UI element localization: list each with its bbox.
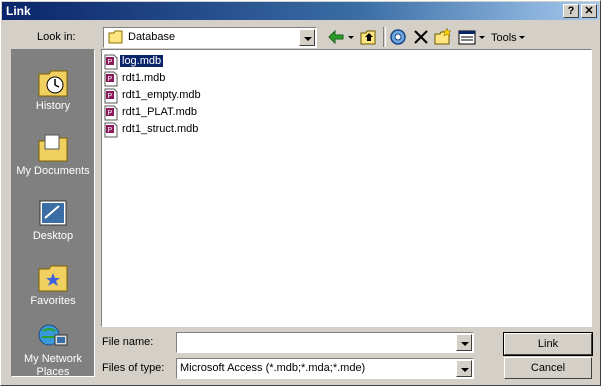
my-network-places-icon: [38, 324, 68, 346]
title-bar[interactable]: Link ? ✕: [2, 2, 599, 20]
place-label: My Network Places: [23, 353, 83, 378]
svg-text:P: P: [108, 76, 113, 83]
my-documents-icon: [38, 134, 68, 162]
help-button[interactable]: ?: [563, 4, 579, 18]
file-name-label: File name:: [102, 336, 154, 348]
svg-text:P: P: [108, 93, 113, 100]
toolbar-separator: [383, 27, 386, 47]
link-button[interactable]: Link: [503, 332, 593, 356]
place-label: Desktop: [32, 230, 74, 242]
place-label: Favorites: [30, 295, 76, 307]
delete-icon[interactable]: [410, 26, 432, 48]
svg-text:P: P: [108, 110, 113, 117]
svg-text:P: P: [108, 127, 113, 134]
places-bar: History My Documents Desktop Favorites M…: [11, 49, 95, 378]
window-title: Link: [6, 4, 31, 18]
file-name: rdt1_PLAT.mdb: [122, 106, 198, 118]
file-list[interactable]: P log.mdb P rdt1.mdb P rdt1_empty.mdb P …: [101, 49, 592, 327]
views-dropdown-icon[interactable]: [477, 26, 487, 48]
access-file-icon: P: [104, 88, 118, 104]
cancel-button[interactable]: Cancel: [504, 357, 592, 379]
look-in-dropdown-button[interactable]: [299, 29, 315, 46]
history-icon: [38, 70, 68, 97]
up-folder-icon[interactable]: [358, 26, 380, 48]
look-in-combo[interactable]: Database: [103, 27, 317, 48]
place-my-documents[interactable]: My Documents: [12, 127, 94, 187]
place-label: History: [35, 100, 71, 112]
file-name: log.mdb: [118, 54, 165, 68]
access-file-icon: P: [104, 122, 118, 138]
search-web-icon[interactable]: [387, 26, 409, 48]
look-in-value: Database: [128, 31, 176, 43]
file-name: rdt1.mdb: [122, 72, 166, 84]
place-my-network-places[interactable]: My Network Places: [12, 315, 94, 378]
place-favorites[interactable]: Favorites: [12, 257, 94, 317]
svg-text:P: P: [108, 59, 113, 66]
desktop-icon: [39, 200, 67, 226]
file-name-input[interactable]: [176, 332, 474, 353]
tools-dropdown-icon[interactable]: [517, 26, 527, 48]
files-of-type-label: Files of type:: [102, 362, 165, 374]
files-of-type-combo[interactable]: Microsoft Access (*.mdb;*.mda;*.mde): [176, 358, 474, 379]
views-icon[interactable]: [456, 26, 478, 48]
back-arrow-icon[interactable]: [325, 26, 347, 48]
place-desktop[interactable]: Desktop: [12, 192, 94, 252]
look-in-label: Look in:: [37, 31, 76, 43]
new-folder-icon[interactable]: [432, 26, 454, 48]
files-of-type-dropdown-button[interactable]: [456, 360, 472, 377]
access-file-icon: P: [104, 105, 118, 121]
access-file-icon: P: [104, 54, 118, 70]
folder-icon: [108, 30, 123, 44]
link-dialog: Link ? ✕ Look in: Database Tools History…: [0, 0, 601, 386]
file-name: rdt1_struct.mdb: [122, 123, 199, 135]
place-history[interactable]: History: [12, 62, 94, 122]
back-dropdown-icon[interactable]: [346, 26, 356, 48]
file-name-dropdown-button[interactable]: [456, 334, 472, 351]
access-file-icon: P: [104, 71, 118, 87]
close-button[interactable]: ✕: [581, 4, 597, 18]
files-of-type-value: Microsoft Access (*.mdb;*.mda;*.mde): [180, 362, 366, 374]
tools-menu[interactable]: Tools: [491, 32, 517, 44]
file-name: rdt1_empty.mdb: [122, 89, 201, 101]
favorites-icon: [38, 265, 68, 292]
place-label: My Documents: [16, 165, 90, 177]
